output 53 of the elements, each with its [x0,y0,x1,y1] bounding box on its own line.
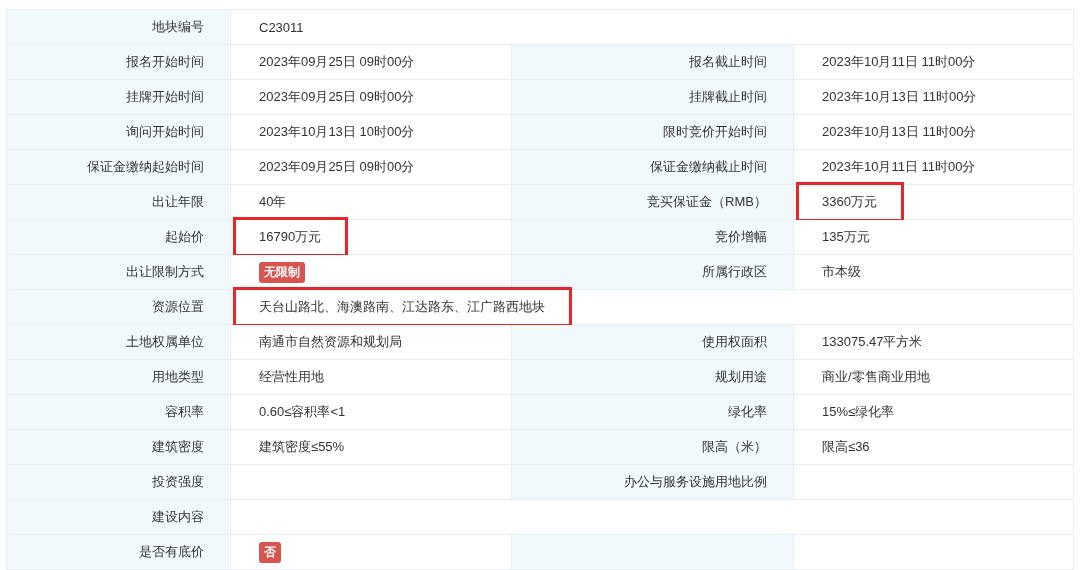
field-label: 起始价 [7,220,231,255]
field-value: 135万元 [822,228,870,246]
field-label: 是否有底价 [7,535,231,570]
field-value: 3360万元 [822,194,877,209]
field-value: 南通市自然资源和规划局 [259,333,402,351]
field-label: 出让年限 [7,185,231,220]
field-value: 建筑密度≤55% [259,438,345,456]
field-label: 资源位置 [7,290,231,325]
field-label: 限高（米） [512,430,794,465]
field-value: 133075.47平方米 [822,333,923,351]
field-value: 16790万元 [259,229,322,244]
field-label: 地块编号 [7,10,231,45]
field-label: 用地类型 [7,360,231,395]
field-label: 容积率 [7,395,231,430]
field-value: 2023年10月11日 11时00分 [822,158,976,176]
field-value: 2023年09月25日 09时00分 [259,53,415,71]
field-value: 市本级 [822,263,861,281]
field-label: 所属行政区 [512,255,794,290]
field-label: 报名开始时间 [7,45,231,80]
field-label: 保证金缴纳起始时间 [7,150,231,185]
field-label: 出让限制方式 [7,255,231,290]
field-value: C23011 [259,19,304,35]
field-value: 2023年10月13日 10时00分 [259,123,415,141]
field-label: 投资强度 [7,465,231,500]
field-label: 规划用途 [512,360,794,395]
field-value: 2023年09月25日 09时00分 [259,88,415,106]
field-label: 竞价增幅 [512,220,794,255]
field-value: 40年 [259,193,287,211]
field-label: 建设内容 [7,500,231,535]
field-label: 询问开始时间 [7,115,231,150]
field-label: 保证金缴纳截止时间 [512,150,794,185]
status-badge: 无限制 [259,261,305,283]
field-label: 挂牌截止时间 [512,80,794,115]
field-value: 经营性用地 [259,368,324,386]
field-value: 2023年10月13日 11时00分 [822,123,977,141]
field-label: 土地权属单位 [7,325,231,360]
field-label: 绿化率 [512,395,794,430]
field-value: 商业/零售商业用地 [822,368,930,386]
status-badge: 否 [259,541,281,563]
field-label: 建筑密度 [7,430,231,465]
field-value: 15%≤绿化率 [822,403,895,421]
field-label: 挂牌开始时间 [7,80,231,115]
field-value: 2023年10月13日 11时00分 [822,88,977,106]
field-label: 限时竞价开始时间 [512,115,794,150]
field-value: 2023年09月25日 09时00分 [259,158,415,176]
field-value: 限高≤36 [822,438,870,456]
field-label: 报名截止时间 [512,45,794,80]
field-label: 办公与服务设施用地比例 [512,465,794,500]
field-value: 2023年10月11日 11时00分 [822,53,976,71]
field-value: 0.60≤容积率<1 [259,403,346,421]
field-label: 竞买保证金（RMB） [512,185,794,220]
field-label: 使用权面积 [512,325,794,360]
field-value: 天台山路北、海澳路南、江达路东、江广路西地块 [259,299,545,314]
